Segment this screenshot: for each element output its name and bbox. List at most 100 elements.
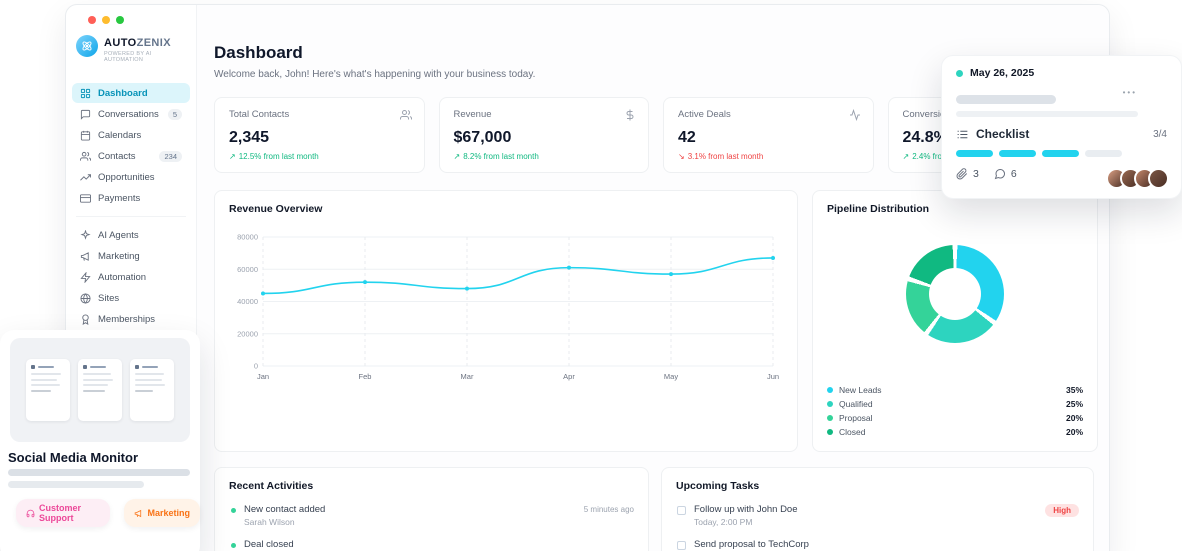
tag-label: Customer Support: [39, 503, 100, 523]
document-thumbnail: [78, 359, 122, 421]
list-item: New contact added Sarah Wilson 5 minutes…: [229, 504, 634, 527]
social-tag[interactable]: Marketing: [124, 499, 200, 527]
legend-item: Qualified 25%: [827, 397, 1083, 411]
calendar-icon: [80, 130, 91, 141]
logo-tagline: POWERED BY AI AUTOMATION: [104, 51, 186, 63]
checklist-progress-segments: [956, 150, 1122, 157]
charts-row: Revenue Overview 020000400006000080000Ja…: [214, 190, 1098, 452]
activity-text: Deal closed: [244, 539, 294, 550]
activity-subtext: Sarah Wilson: [244, 517, 325, 527]
sidebar-item-payments[interactable]: Payments: [72, 188, 190, 208]
svg-text:60000: 60000: [237, 265, 258, 274]
checklist-icon: [956, 128, 969, 141]
donut-hole: [929, 268, 981, 320]
tag-row: Customer Support Marketing: [16, 499, 200, 527]
attachment-count: 3: [973, 168, 979, 180]
legend-item: New Leads 35%: [827, 383, 1083, 397]
skeleton-bar: [956, 95, 1056, 104]
sidebar-item-label: Opportunities: [98, 172, 155, 183]
legend-label: Proposal: [839, 413, 873, 423]
sidebar-item-dashboard[interactable]: Dashboard: [72, 83, 190, 103]
doc-icon: [31, 365, 35, 369]
recent-activities-card: Recent Activities New contact added Sara…: [214, 467, 649, 551]
svg-text:0: 0: [254, 362, 258, 371]
stat-label: Active Deals: [678, 109, 859, 120]
bottom-row: Recent Activities New contact added Sara…: [214, 467, 1094, 551]
grid-icon: [80, 88, 91, 99]
credit-card-icon: [80, 193, 91, 204]
svg-text:Mar: Mar: [461, 372, 474, 381]
revenue-chart: 020000400006000080000JanFebMarAprMayJun: [229, 219, 785, 384]
checklist-header: Checklist 3/4: [956, 127, 1167, 141]
autozenix-logo-icon: [76, 35, 98, 57]
dots-menu-icon[interactable]: •••: [1123, 88, 1137, 97]
social-card-title: Social Media Monitor: [8, 450, 138, 465]
stat-card-active-deals: Active Deals 42 ↘ 3.1% from last month: [663, 97, 874, 173]
sidebar-item-memberships[interactable]: Memberships: [72, 309, 190, 329]
stat-label: Revenue: [454, 109, 635, 120]
legend-label: New Leads: [839, 385, 882, 395]
legend-dot: [827, 401, 833, 407]
task-checkbox[interactable]: [677, 506, 686, 515]
legend-value: 35%: [1066, 385, 1083, 395]
sidebar-nav: Dashboard Conversations 5 Calendars Cont…: [66, 83, 196, 329]
minimize-button[interactable]: [102, 16, 110, 24]
avatar-group: [1113, 168, 1169, 189]
legend-item: Proposal 20%: [827, 411, 1083, 425]
trend-arrow-icon: ↗: [454, 152, 461, 161]
sidebar-item-calendars[interactable]: Calendars: [72, 125, 190, 145]
sidebar-item-opportunities[interactable]: Opportunities: [72, 167, 190, 187]
activity-icon: [849, 109, 861, 121]
doc-icon: [135, 365, 139, 369]
progress-segment: [956, 150, 993, 157]
sidebar-item-label: Payments: [98, 193, 140, 204]
sidebar-item-label: Marketing: [98, 251, 140, 262]
stat-label: Total Contacts: [229, 109, 410, 120]
badge-icon: [80, 314, 91, 325]
task-checkbox[interactable]: [677, 541, 686, 550]
svg-text:Apr: Apr: [563, 372, 575, 381]
svg-text:Jun: Jun: [767, 372, 779, 381]
sidebar-item-contacts[interactable]: Contacts 234: [72, 146, 190, 166]
chat-icon: [80, 109, 91, 120]
legend-label: Qualified: [839, 399, 873, 409]
sidebar-item-conversations[interactable]: Conversations 5: [72, 104, 190, 124]
sidebar-item-sites[interactable]: Sites: [72, 288, 190, 308]
megaphone-icon: [134, 509, 143, 518]
maximize-button[interactable]: [116, 16, 124, 24]
users-icon: [80, 151, 91, 162]
thumbnail-panel: [10, 338, 190, 442]
activity-time: 5 minutes ago: [584, 504, 634, 514]
activity-text: New contact added: [244, 504, 325, 515]
tag-label: Marketing: [147, 508, 190, 518]
sidebar-item-marketing[interactable]: Marketing: [72, 246, 190, 266]
social-tag[interactable]: Customer Support: [16, 499, 110, 527]
legend-dot: [827, 387, 833, 393]
svg-text:May: May: [664, 372, 678, 381]
activity-dot: [231, 508, 236, 513]
sidebar-item-label: Conversations: [98, 109, 159, 120]
svg-text:40000: 40000: [237, 297, 258, 306]
list-item: Deal closed: [229, 539, 634, 550]
sidebar-item-automation[interactable]: Automation: [72, 267, 190, 287]
close-button[interactable]: [88, 16, 96, 24]
stat-card-total-contacts: Total Contacts 2,345 ↗ 12.5% from last m…: [214, 97, 425, 173]
headset-icon: [26, 509, 35, 518]
page-subtitle: Welcome back, John! Here's what's happen…: [214, 69, 535, 80]
globe-icon: [80, 293, 91, 304]
users-icon: [400, 109, 412, 121]
trend-arrow-icon: ↘: [678, 152, 685, 161]
sparkles-icon: [80, 230, 91, 241]
comment-count: 6: [1011, 168, 1017, 180]
stat-value: 2,345: [229, 129, 410, 147]
stat-change-text: 12.5% from last month: [239, 152, 319, 161]
checklist-label: Checklist: [976, 127, 1029, 141]
sidebar-item-label: AI Agents: [98, 230, 139, 241]
pipeline-distribution-card: Pipeline Distribution New Leads 35% Qual…: [812, 190, 1098, 452]
legend-value: 25%: [1066, 399, 1083, 409]
sidebar-item-ai-agents[interactable]: AI Agents: [72, 225, 190, 245]
avatar[interactable]: [1148, 168, 1169, 189]
list-item: Send proposal to TechCorp: [676, 539, 1079, 550]
window-controls: [88, 16, 124, 24]
progress-segment: [999, 150, 1036, 157]
